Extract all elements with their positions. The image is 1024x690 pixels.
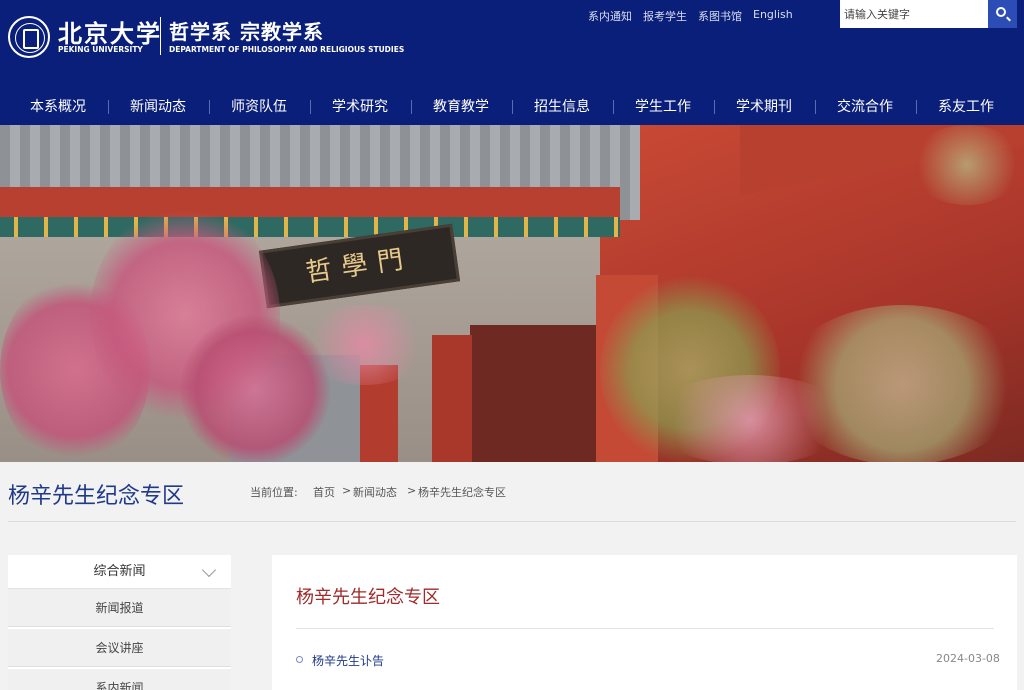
search-button[interactable] (988, 0, 1017, 28)
nav-item-overview[interactable]: 本系概况 (8, 90, 108, 125)
nav-item-exchange[interactable]: 交流合作 (815, 90, 915, 125)
blossom-cluster (300, 305, 430, 385)
section-title: 杨辛先生纪念专区 (296, 587, 440, 608)
banner-pillar (432, 335, 472, 462)
university-name-cn[interactable]: 北京大学 (58, 14, 162, 49)
breadcrumb-home[interactable]: 首页 (313, 484, 335, 500)
title-divider (8, 521, 1016, 522)
search-input[interactable] (840, 0, 987, 28)
article-date: 2024-03-08 (936, 652, 1000, 665)
search-icon (996, 7, 1006, 17)
nav-item-news[interactable]: 新闻动态 (108, 90, 208, 125)
chevron-down-icon (201, 562, 217, 578)
sidebar-item-news-reports[interactable]: 新闻报道 (8, 589, 231, 627)
top-link-applicants[interactable]: 报考学生 (643, 8, 687, 24)
department-name-cn[interactable]: 哲学系 宗教学系 (169, 16, 324, 45)
nav-item-student-affairs[interactable]: 学生工作 (613, 90, 713, 125)
nav-item-alumni[interactable]: 系友工作 (916, 90, 1016, 125)
top-link-notices[interactable]: 系内通知 (588, 8, 632, 24)
page-title: 杨辛先生纪念专区 (8, 484, 185, 509)
breadcrumb-news[interactable]: 新闻动态 (353, 484, 397, 500)
bullet-icon (296, 656, 303, 663)
content-panel: 杨辛先生纪念专区 杨辛先生讣告 2024-03-08 (272, 555, 1017, 690)
sidebar: 综合新闻 新闻报道 会议讲座 系内新闻 (8, 555, 231, 690)
banner-doorway (470, 325, 596, 462)
nav-item-research[interactable]: 学术研究 (310, 90, 410, 125)
nav-item-education[interactable]: 教育教学 (411, 90, 511, 125)
sidebar-heading-label: 综合新闻 (93, 564, 146, 579)
main-nav: 本系概况 新闻动态 师资队伍 学术研究 教育教学 招生信息 学生工作 学术期刊 … (0, 90, 1024, 125)
banner-painted-beam (0, 217, 620, 237)
sidebar-item-internal-news[interactable]: 系内新闻 (8, 669, 231, 690)
search-box (840, 0, 1017, 28)
logo-divider (160, 17, 161, 55)
site-header: 北京大学 PEKING UNIVERSITY 哲学系 宗教学系 DEPARTME… (0, 0, 1024, 125)
university-seal-icon[interactable] (8, 16, 50, 58)
section-divider (296, 628, 994, 629)
nav-item-faculty[interactable]: 师资队伍 (209, 90, 309, 125)
nav-item-admissions[interactable]: 招生信息 (512, 90, 612, 125)
sidebar-item-lectures[interactable]: 会议讲座 (8, 629, 231, 667)
breadcrumb-label: 当前位置: (250, 486, 298, 499)
blossom-cluster (650, 375, 850, 462)
banner-roof-band (0, 187, 620, 217)
sidebar-heading[interactable]: 综合新闻 (8, 555, 231, 589)
article-link[interactable]: 杨辛先生讣告 (312, 652, 384, 669)
university-name-en: PEKING UNIVERSITY (58, 45, 143, 54)
banner-plaque-text: 哲學門 (303, 243, 416, 289)
top-link-library[interactable]: 系图书馆 (698, 8, 742, 24)
nav-item-journals[interactable]: 学术期刊 (714, 90, 814, 125)
breadcrumb-separator: > (342, 484, 352, 497)
breadcrumb-current[interactable]: 杨辛先生纪念专区 (418, 484, 506, 500)
breadcrumb-separator: > (407, 484, 417, 497)
top-link-english[interactable]: English (753, 8, 793, 21)
foliage-cluster (910, 125, 1024, 205)
banner-image: 哲學門 (0, 125, 1024, 462)
department-name-en: DEPARTMENT OF PHILOSOPHY AND RELIGIOUS S… (169, 45, 405, 54)
